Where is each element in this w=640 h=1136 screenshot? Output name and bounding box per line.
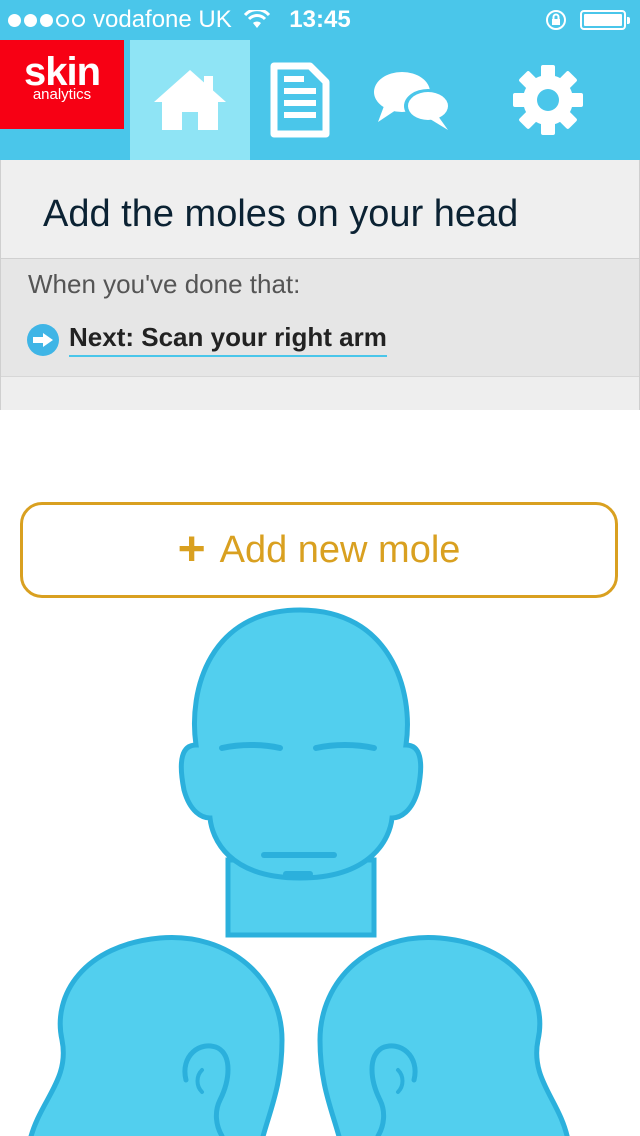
add-new-mole-button[interactable]: + Add new mole <box>20 502 618 598</box>
head-body-map[interactable] <box>0 600 640 1136</box>
battery-icon <box>580 10 630 30</box>
head-left-side-view[interactable] <box>28 935 285 1136</box>
tab-documents[interactable] <box>240 40 360 160</box>
instruction-text: When you've done that: <box>28 269 301 299</box>
status-bar: vodafone UK 13:45 <box>0 0 640 40</box>
plus-icon: + <box>177 523 206 576</box>
banner-footer <box>1 376 639 410</box>
tab-settings[interactable] <box>488 40 608 160</box>
next-step-label[interactable]: Next: Scan your right arm <box>69 322 387 357</box>
skin-analytics-logo: skin analytics <box>0 40 124 129</box>
head-right-side-view[interactable] <box>317 935 570 1136</box>
tab-home[interactable] <box>130 40 250 160</box>
rotation-lock-icon <box>546 10 566 30</box>
top-navigation-bar: skin analytics <box>0 40 640 160</box>
home-icon <box>154 70 226 130</box>
tab-messages[interactable] <box>354 40 474 160</box>
head-front-view[interactable] <box>178 607 424 938</box>
next-step-link[interactable]: Next: Scan your right arm <box>1 322 639 357</box>
page-title: Add the moles on your head <box>1 160 639 259</box>
instruction-banner: Add the moles on your head When you've d… <box>0 160 640 410</box>
document-icon <box>270 62 330 138</box>
chat-icon <box>374 72 452 130</box>
arrow-right-icon <box>27 323 59 356</box>
settings-icon <box>513 65 583 135</box>
add-new-mole-label: Add new mole <box>219 528 461 571</box>
